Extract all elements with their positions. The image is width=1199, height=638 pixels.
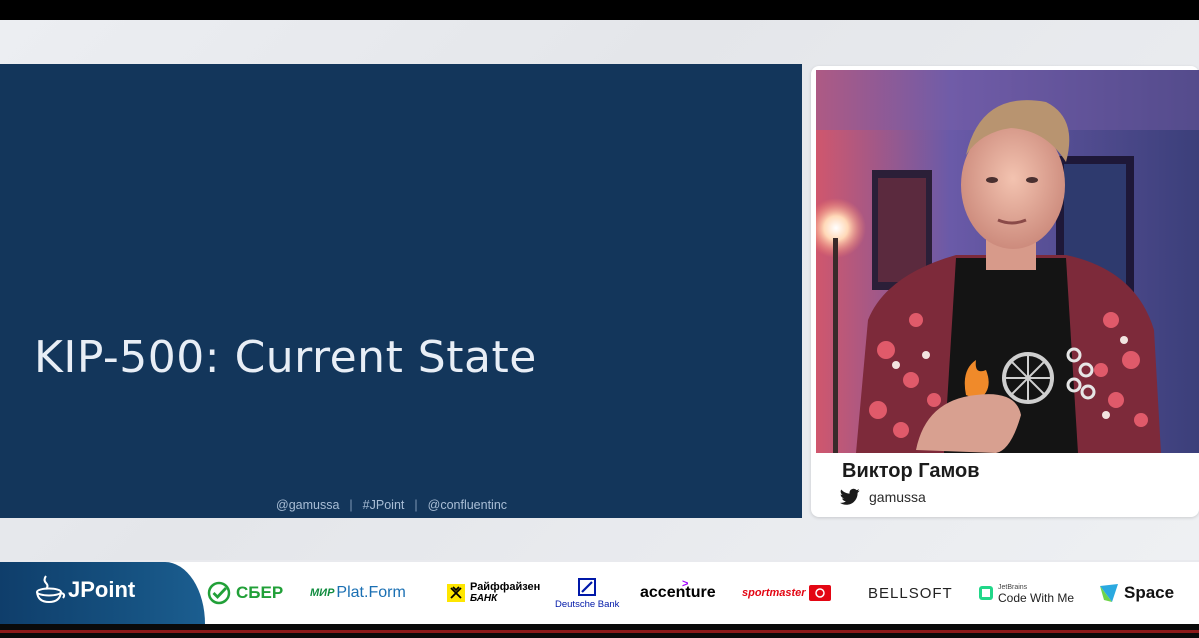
bellsoft-label: BELLSOFT: [868, 584, 953, 602]
raiffeisen-bank-label: БАНК: [470, 593, 498, 604]
platform-label: Plat.Form: [336, 584, 406, 601]
speaker-video-image: [816, 70, 1199, 453]
deutsche-bank-label: Deutsche Bank: [555, 599, 620, 610]
sponsor-codewithme: JetBrains Code With Me: [978, 576, 1074, 610]
jpoint-logo: JPoint: [34, 574, 135, 606]
slide-title: KIP-500: Current State: [34, 332, 537, 383]
sponsor-platform: МИР Plat.Form: [310, 576, 406, 610]
sponsor-space: Space: [1098, 576, 1174, 610]
sportmaster-label: sportmaster: [742, 587, 806, 599]
sponsor-bar: JPoint СБЕР МИР Plat.Form Райффайзен БАН…: [0, 562, 1199, 624]
jpoint-text: JPoint: [68, 577, 136, 602]
raiffeisen-label: Райффайзен: [470, 581, 541, 593]
sponsor-deutsche-bank: Deutsche Bank: [555, 578, 619, 618]
twitter-handle: gamussa: [869, 489, 926, 505]
sber-check-icon: [207, 581, 231, 605]
mir-label: МИР: [310, 587, 335, 599]
speaker-name: Виктор Гамов: [842, 460, 980, 482]
slide-footer: @gamussa | #JPoint | @confluentinc: [276, 498, 508, 512]
sponsor-raiffeisen: Райффайзен БАНК: [447, 576, 540, 610]
codewithme-icon: [979, 586, 993, 600]
presentation-slide: KIP-500: Current State: [0, 64, 802, 518]
accenture-label: accenture: [640, 584, 716, 601]
sponsor-sportmaster: sportmaster: [742, 576, 831, 610]
bottom-red-line: [0, 630, 1199, 633]
deutsche-bank-icon: [578, 578, 597, 596]
coffee-cup-icon: [36, 575, 66, 604]
speaker-twitter: gamussa: [840, 488, 926, 506]
footer-hashtag: #JPoint: [362, 498, 405, 512]
footer-twitter-speaker: @gamussa: [276, 498, 340, 512]
jpoint-block: JPoint: [0, 562, 205, 624]
speaker-video: [816, 70, 1199, 453]
raiffeisen-icon: [447, 584, 465, 602]
sber-label: СБЕР: [236, 583, 284, 602]
sponsor-bellsoft: BELLSOFT: [868, 576, 953, 610]
footer-twitter-company: @confluentinc: [427, 498, 508, 512]
top-black-bar: [0, 0, 1199, 20]
codewithme-label: Code With Me: [998, 591, 1075, 605]
sportmaster-badge-icon: [808, 585, 831, 601]
sponsor-accenture: accenture >: [640, 576, 716, 610]
space-label: Space: [1124, 583, 1175, 602]
twitter-icon: [840, 488, 860, 505]
space-icon: [1100, 584, 1118, 602]
sponsor-sber: СБЕР: [207, 576, 283, 610]
accenture-mark-icon: >: [682, 578, 689, 590]
